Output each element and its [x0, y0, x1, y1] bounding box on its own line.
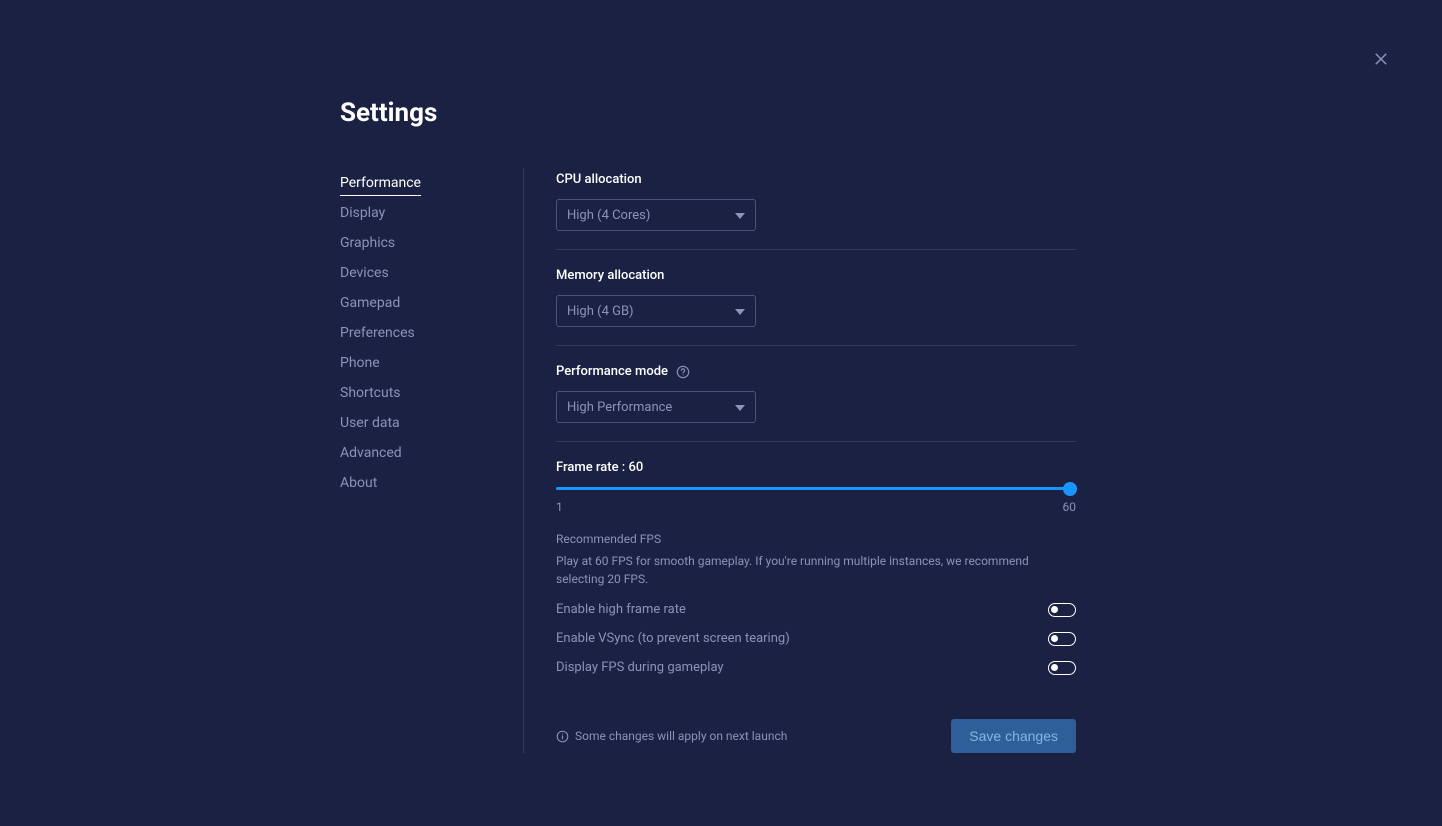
slider-thumb[interactable] [1063, 482, 1077, 496]
sidebar-item-display[interactable]: Display [340, 198, 503, 228]
sidebar-item-shortcuts[interactable]: Shortcuts [340, 378, 503, 408]
display-fps-label: Display FPS during gameplay [556, 660, 724, 675]
sidebar-item-advanced[interactable]: Advanced [340, 438, 503, 468]
memory-allocation-select[interactable]: High (4 GB) [556, 295, 756, 327]
enable-high-frame-toggle[interactable] [1048, 603, 1076, 617]
footer-note: Some changes will apply on next launch [556, 729, 787, 743]
frame-rate-label: Frame rate : 60 [556, 460, 1076, 475]
page-title: Settings [340, 98, 1442, 128]
recommended-fps-title: Recommended FPS [556, 532, 1076, 546]
sidebar: Performance Display Graphics Devices Gam… [340, 168, 524, 753]
memory-allocation-label: Memory allocation [556, 268, 1076, 283]
help-icon[interactable] [676, 365, 690, 379]
cpu-allocation-value: High (4 Cores) [567, 208, 650, 223]
save-changes-button[interactable]: Save changes [951, 719, 1076, 753]
memory-allocation-value: High (4 GB) [567, 304, 634, 319]
recommended-fps-desc: Play at 60 FPS for smooth gameplay. If y… [556, 552, 1076, 588]
chevron-down-icon [735, 402, 745, 412]
enable-vsync-toggle[interactable] [1048, 632, 1076, 646]
sidebar-item-graphics[interactable]: Graphics [340, 228, 503, 258]
performance-mode-label: Performance mode [556, 364, 1076, 379]
slider-max-label: 60 [1063, 500, 1077, 514]
sidebar-item-performance[interactable]: Performance [340, 168, 503, 198]
enable-vsync-label: Enable VSync (to prevent screen tearing) [556, 631, 790, 646]
sidebar-item-devices[interactable]: Devices [340, 258, 503, 288]
display-fps-toggle[interactable] [1048, 661, 1076, 675]
sidebar-item-phone[interactable]: Phone [340, 348, 503, 378]
sidebar-item-preferences[interactable]: Preferences [340, 318, 503, 348]
performance-mode-select[interactable]: High Performance [556, 391, 756, 423]
info-icon [556, 730, 569, 743]
chevron-down-icon [735, 306, 745, 316]
cpu-allocation-select[interactable]: High (4 Cores) [556, 199, 756, 231]
sidebar-item-user-data[interactable]: User data [340, 408, 503, 438]
enable-high-frame-label: Enable high frame rate [556, 602, 686, 617]
main-panel: CPU allocation High (4 Cores) Memory all… [524, 168, 1076, 753]
chevron-down-icon [735, 210, 745, 220]
close-icon[interactable] [1372, 50, 1390, 68]
cpu-allocation-label: CPU allocation [556, 172, 1076, 187]
frame-rate-slider[interactable] [556, 487, 1076, 490]
slider-min-label: 1 [556, 500, 563, 514]
sidebar-item-about[interactable]: About [340, 468, 503, 498]
sidebar-item-gamepad[interactable]: Gamepad [340, 288, 503, 318]
performance-mode-value: High Performance [567, 400, 672, 415]
